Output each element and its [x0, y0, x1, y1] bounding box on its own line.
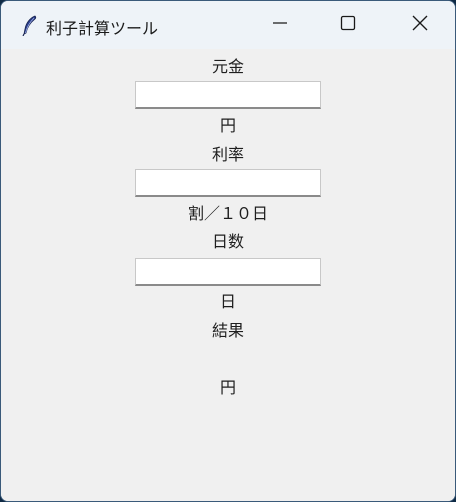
days-label: 日数 — [211, 232, 244, 251]
result-value — [1, 349, 455, 369]
rate-label: 利率 — [211, 145, 244, 164]
close-icon — [411, 14, 429, 36]
days-unit-label: 日 — [219, 292, 236, 311]
minimize-icon — [272, 15, 288, 35]
maximize-icon — [340, 15, 356, 35]
title-bar[interactable]: 利子計算ツール — [1, 1, 455, 49]
app-window: 利子計算ツール 元金 円 利率 割／１０日 日数 日 結果 円 — [0, 0, 456, 502]
rate-input[interactable] — [135, 169, 321, 197]
days-input[interactable] — [135, 258, 321, 286]
result-unit-label: 円 — [219, 378, 236, 397]
desktop: 利子計算ツール 元金 円 利率 割／１０日 日数 日 結果 円 — [0, 0, 456, 502]
principal-input[interactable] — [135, 81, 321, 109]
result-label: 結果 — [211, 321, 244, 340]
principal-label: 元金 — [211, 57, 244, 76]
maximize-button[interactable] — [313, 1, 383, 49]
minimize-button[interactable] — [245, 1, 315, 49]
principal-unit-label: 円 — [219, 116, 236, 135]
rate-unit-label: 割／１０日 — [187, 204, 268, 223]
window-title: 利子計算ツール — [46, 19, 159, 38]
feather-icon — [19, 14, 41, 37]
close-button[interactable] — [385, 1, 455, 49]
client-area: 元金 円 利率 割／１０日 日数 日 結果 円 — [1, 49, 455, 501]
